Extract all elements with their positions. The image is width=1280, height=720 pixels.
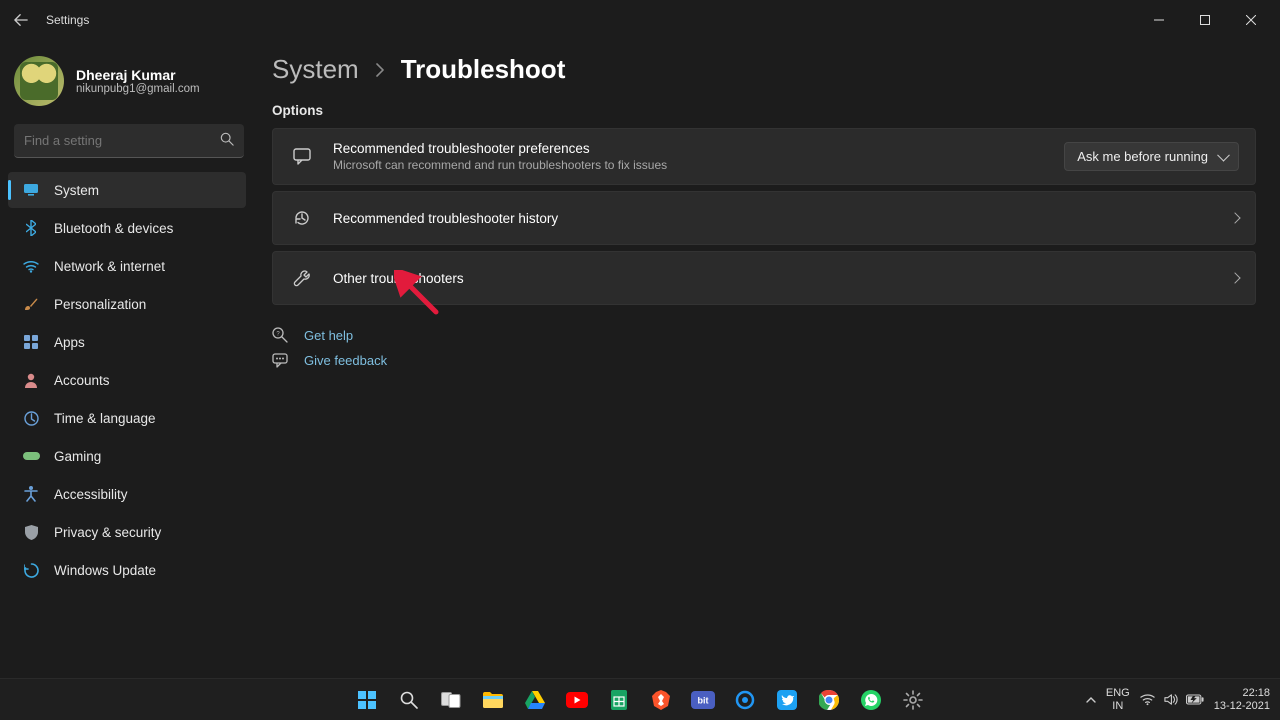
apps-icon <box>22 333 40 351</box>
back-arrow-icon <box>14 13 28 27</box>
sidebar-item-label: System <box>54 183 99 198</box>
breadcrumb-current: Troubleshoot <box>401 54 566 85</box>
search-input[interactable] <box>14 124 244 158</box>
back-button[interactable] <box>6 5 36 35</box>
taskbar-search-icon[interactable] <box>391 682 427 718</box>
shield-icon <box>22 523 40 541</box>
sidebar-item-label: Gaming <box>54 449 101 464</box>
sidebar-item-system[interactable]: System <box>8 172 246 208</box>
setting-card-other-troubleshooters[interactable]: Other troubleshooters <box>272 251 1256 305</box>
nav-list: System Bluetooth & devices Network & inter… <box>8 172 250 588</box>
user-name: Dheeraj Kumar <box>76 67 200 83</box>
taskbar-twitter-icon[interactable] <box>769 682 805 718</box>
wifi-icon <box>22 257 40 275</box>
sidebar: Dheeraj Kumar nikunpubg1@gmail.com Syste… <box>0 40 250 720</box>
search-wrap <box>14 124 244 158</box>
language-indicator[interactable]: ENG IN <box>1106 687 1130 712</box>
accessibility-icon <box>22 485 40 503</box>
section-label: Options <box>272 103 1256 118</box>
svg-text:bit: bit <box>698 695 709 705</box>
sidebar-item-accounts[interactable]: Accounts <box>8 362 246 398</box>
taskbar-brave-icon[interactable] <box>643 682 679 718</box>
sidebar-item-network-internet[interactable]: Network & internet <box>8 248 246 284</box>
sidebar-item-apps[interactable]: Apps <box>8 324 246 360</box>
taskbar-task-view-icon[interactable] <box>433 682 469 718</box>
sidebar-item-label: Bluetooth & devices <box>54 221 173 236</box>
taskbar-settings-icon[interactable] <box>895 682 931 718</box>
feedback-icon <box>272 353 290 368</box>
gamepad-icon <box>22 447 40 465</box>
display-icon <box>22 181 40 199</box>
taskbar-start-icon[interactable] <box>349 682 385 718</box>
taskbar-circle-icon[interactable] <box>727 682 763 718</box>
sidebar-item-label: Network & internet <box>54 259 165 274</box>
preference-dropdown[interactable]: Ask me before running <box>1064 142 1239 171</box>
link-give-feedback[interactable]: Give feedback <box>272 353 1256 368</box>
sidebar-item-label: Personalization <box>54 297 146 312</box>
link-label: Give feedback <box>304 353 387 368</box>
app-title: Settings <box>46 13 89 27</box>
taskbar-google-drive-icon[interactable] <box>517 682 553 718</box>
taskbar-bit-icon[interactable]: bit <box>685 682 721 718</box>
taskbar-whatsapp-icon[interactable] <box>853 682 889 718</box>
breadcrumb-separator-icon <box>375 63 385 77</box>
setting-card-recommended-troubleshooter-history[interactable]: Recommended troubleshooter history <box>272 191 1256 245</box>
chevron-right-icon <box>1231 209 1239 227</box>
setting-card-recommended-troubleshooter-preferences: Recommended troubleshooter preferences Mi… <box>272 128 1256 185</box>
avatar <box>14 56 64 106</box>
sidebar-item-personalization[interactable]: Personalization <box>8 286 246 322</box>
sidebar-item-gaming[interactable]: Gaming <box>8 438 246 474</box>
history-icon <box>289 209 315 227</box>
wifi-tray-icon[interactable] <box>1140 693 1155 706</box>
card-title: Recommended troubleshooter preferences <box>333 141 1064 156</box>
search-icon <box>220 132 234 146</box>
sidebar-item-label: Accessibility <box>54 487 128 502</box>
title-bar: Settings <box>0 0 1280 40</box>
sidebar-item-bluetooth-devices[interactable]: Bluetooth & devices <box>8 210 246 246</box>
taskbar-youtube-icon[interactable] <box>559 682 595 718</box>
maximize-button[interactable] <box>1182 5 1228 35</box>
volume-tray-icon[interactable] <box>1163 693 1178 706</box>
minimize-button[interactable] <box>1136 5 1182 35</box>
main-content: System Troubleshoot Options Recommended … <box>250 40 1280 720</box>
user-email: nikunpubg1@gmail.com <box>76 83 200 95</box>
card-title: Other troubleshooters <box>333 271 1231 286</box>
help-icon: ? <box>272 327 290 343</box>
sidebar-item-label: Apps <box>54 335 85 350</box>
wrench-icon <box>289 269 315 287</box>
card-title: Recommended troubleshooter history <box>333 211 1231 226</box>
link-get-help[interactable]: ? Get help <box>272 327 1256 343</box>
card-subtitle: Microsoft can recommend and run troubles… <box>333 158 1064 172</box>
chevron-right-icon <box>1231 269 1239 287</box>
clock[interactable]: 22:18 13-12-2021 <box>1214 687 1270 712</box>
sidebar-item-accessibility[interactable]: Accessibility <box>8 476 246 512</box>
taskbar-chrome-icon[interactable] <box>811 682 847 718</box>
breadcrumb: System Troubleshoot <box>272 54 1256 85</box>
brush-icon <box>22 295 40 313</box>
dropdown-value: Ask me before running <box>1077 149 1208 164</box>
system-tray: ENG IN 22:18 13-12-2021 <box>1086 687 1280 712</box>
battery-tray-icon[interactable] <box>1186 694 1204 705</box>
sidebar-item-label: Accounts <box>54 373 110 388</box>
person-icon <box>22 371 40 389</box>
tray-chevron-icon[interactable] <box>1086 695 1096 705</box>
svg-text:?: ? <box>276 332 280 338</box>
close-button[interactable] <box>1228 5 1274 35</box>
sidebar-item-privacy-security[interactable]: Privacy & security <box>8 514 246 550</box>
sidebar-item-time-language[interactable]: Time & language <box>8 400 246 436</box>
sidebar-item-label: Windows Update <box>54 563 156 578</box>
bluetooth-icon <box>22 219 40 237</box>
profile-block[interactable]: Dheeraj Kumar nikunpubg1@gmail.com <box>8 48 250 120</box>
link-label: Get help <box>304 328 353 343</box>
sidebar-item-windows-update[interactable]: Windows Update <box>8 552 246 588</box>
update-icon <box>22 561 40 579</box>
sidebar-item-label: Privacy & security <box>54 525 161 540</box>
breadcrumb-parent[interactable]: System <box>272 54 359 85</box>
taskbar: bit ENG IN 22:18 13-12-2021 <box>0 678 1280 720</box>
clock-globe-icon <box>22 409 40 427</box>
sidebar-item-label: Time & language <box>54 411 156 426</box>
taskbar-sheets-icon[interactable] <box>601 682 637 718</box>
message-icon <box>289 148 315 165</box>
taskbar-file-explorer-icon[interactable] <box>475 682 511 718</box>
